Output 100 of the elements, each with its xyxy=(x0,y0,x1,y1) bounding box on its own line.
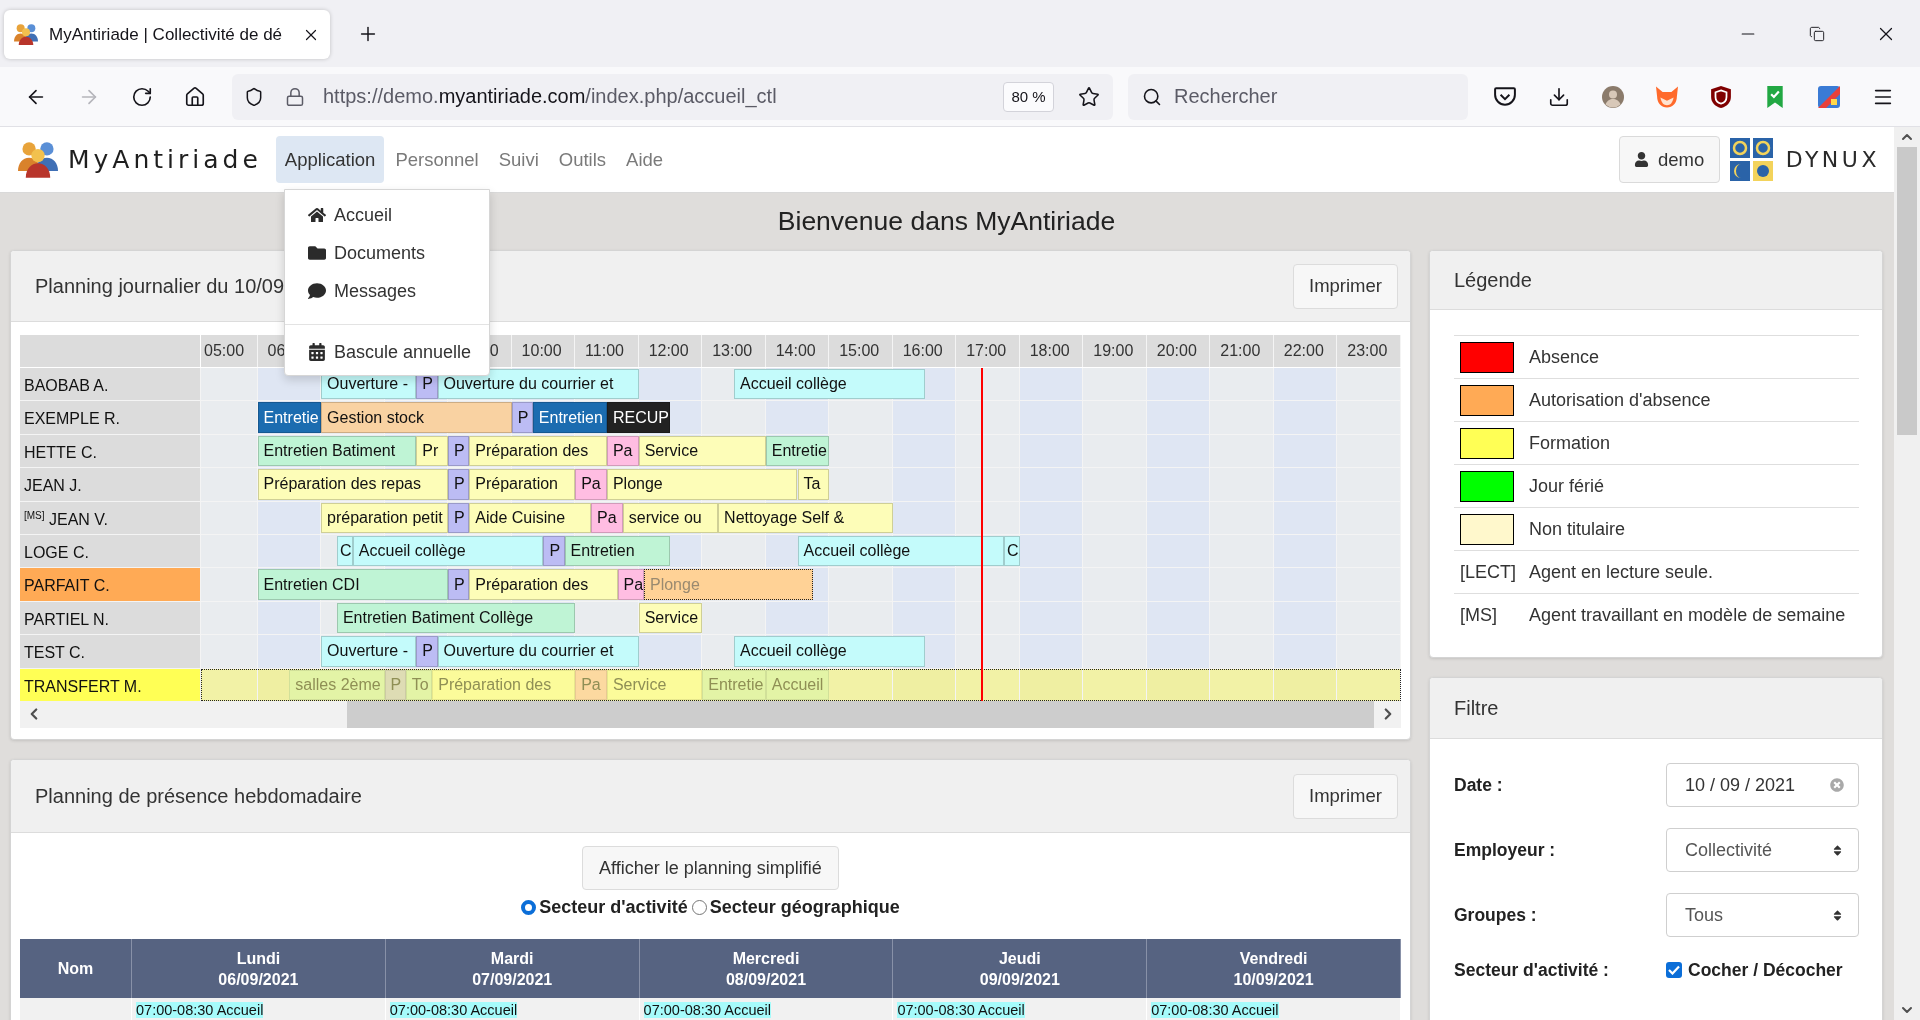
shift-block[interactable]: C xyxy=(336,535,353,567)
shift-block[interactable]: Préparation xyxy=(469,469,576,500)
schedule-entry[interactable]: 07:00-08:30 Accueil xyxy=(897,1002,1025,1018)
shift-block[interactable]: Plonge xyxy=(606,469,798,500)
shift-block[interactable]: Préparation des repas xyxy=(257,469,449,500)
shift-block[interactable]: Pa xyxy=(606,435,639,467)
menu-item[interactable]: Aide xyxy=(617,136,673,183)
folder-icon xyxy=(308,244,326,262)
home-icon[interactable] xyxy=(184,85,206,108)
shift-block[interactable]: service ou xyxy=(622,502,719,533)
download-icon[interactable] xyxy=(1548,85,1570,108)
hour-header: 05:00 xyxy=(201,335,258,367)
panel-title: Planning de présence hebdomadaire xyxy=(35,784,362,808)
shift-block[interactable]: Entretie xyxy=(257,402,322,433)
print-button[interactable]: Imprimer xyxy=(1293,263,1398,309)
print-button[interactable]: Imprimer xyxy=(1293,773,1398,819)
scrollbar-thumb[interactable] xyxy=(1897,147,1917,435)
simplified-view-button[interactable]: Afficher le planning simplifié xyxy=(582,846,839,890)
shift-block[interactable]: préparation petit xyxy=(321,502,449,533)
shift-block[interactable]: Entretien xyxy=(532,402,607,433)
legend-tag: [MS] xyxy=(1454,605,1529,626)
employee-name: LOGE C. xyxy=(20,534,200,568)
shift-block[interactable]: Préparation des xyxy=(469,435,607,467)
star-icon[interactable] xyxy=(1078,85,1100,108)
radio-option[interactable]: Secteur géographique xyxy=(691,896,900,918)
shift-block[interactable]: Entretien xyxy=(564,535,671,567)
avatar-icon[interactable] xyxy=(1602,85,1624,108)
shift-block[interactable]: Ouverture - xyxy=(321,636,417,667)
menu-item[interactable]: Application xyxy=(275,136,385,183)
shift-block[interactable]: Entretien Batiment Collège xyxy=(336,602,576,634)
shift-block[interactable]: Accueil collège xyxy=(352,535,544,567)
pocket-icon[interactable] xyxy=(1494,85,1516,108)
select-field[interactable]: Collectivité xyxy=(1666,828,1859,872)
shift-block[interactable]: Gestion stock xyxy=(321,402,512,433)
user-button[interactable]: demo xyxy=(1618,136,1720,183)
shield-icon[interactable] xyxy=(244,86,264,107)
shift-block[interactable]: Entretien CDI xyxy=(257,569,449,600)
hour-header: 22:00 xyxy=(1273,335,1338,367)
date-field[interactable]: 10 / 09 / 2021 xyxy=(1666,763,1859,807)
shift-block[interactable]: P xyxy=(543,535,565,567)
shift-block[interactable]: P xyxy=(416,636,438,667)
shift-block[interactable]: Service xyxy=(638,602,703,634)
menu-item[interactable]: Outils xyxy=(549,136,616,183)
shift-block[interactable]: P xyxy=(448,569,470,600)
schedule-entry[interactable]: 07:00-08:30 Accueil xyxy=(1151,1002,1279,1018)
square-tile-icon[interactable] xyxy=(1818,85,1840,108)
address-bar[interactable]: https://demo.myantiriade.com/index.php/accueil_ctl 80 % xyxy=(232,73,1113,120)
shift-block[interactable]: Service xyxy=(638,435,766,467)
radio-option[interactable]: Secteur d'activité xyxy=(521,896,688,918)
shift-block[interactable]: Entretie xyxy=(765,435,830,467)
bookmark-check-icon[interactable] xyxy=(1764,85,1786,108)
shift-block[interactable]: P xyxy=(511,402,533,433)
hour-header: 16:00 xyxy=(892,335,957,367)
shift-block[interactable]: Pa xyxy=(617,569,644,600)
shield-badge-icon[interactable] xyxy=(1710,85,1732,108)
shift-block[interactable]: Préparation des xyxy=(469,569,618,600)
radio-button[interactable] xyxy=(521,899,537,915)
shift-block[interactable]: Ouverture du courrier et xyxy=(437,636,639,667)
dropdown-item[interactable]: Messages xyxy=(285,272,489,310)
shift-block[interactable]: Pr xyxy=(416,435,449,467)
shift-block[interactable]: Pa xyxy=(575,469,607,500)
shift-block[interactable]: Ta xyxy=(797,469,830,500)
shift-block[interactable]: P xyxy=(448,435,470,467)
lock-icon[interactable] xyxy=(285,86,305,107)
tiles-logo-icon xyxy=(1729,138,1773,181)
checkbox-option[interactable]: Cocher / Décocher xyxy=(1666,959,1859,981)
shift-block[interactable]: P xyxy=(448,469,470,500)
hour-header: 14:00 xyxy=(765,335,830,367)
partner-logo-text: DYNUX xyxy=(1785,147,1880,172)
menu-item[interactable]: Personnel xyxy=(386,136,488,183)
checkbox[interactable] xyxy=(1666,962,1682,978)
schedule-entry[interactable]: 07:00-08:30 Accueil xyxy=(389,1002,518,1018)
restore-icon[interactable] xyxy=(1808,25,1825,42)
menu-item[interactable]: Suivi xyxy=(489,136,548,183)
column-header: Vendredi 10/09/2021 xyxy=(1147,939,1401,998)
dropdown-item[interactable]: Accueil xyxy=(285,196,489,234)
shift-block[interactable]: Accueil collège xyxy=(733,369,925,400)
shift-block[interactable]: Ouverture du courrier et xyxy=(437,369,639,400)
shift-block[interactable]: Accueil collège xyxy=(733,636,925,667)
shift-block[interactable]: RECUP xyxy=(606,402,671,433)
dropdown-item[interactable]: Documents xyxy=(285,234,489,272)
shift-block[interactable]: Aide Cuisine xyxy=(469,502,592,533)
reload-icon[interactable] xyxy=(131,85,153,108)
zoom-level-badge[interactable]: 80 % xyxy=(1003,81,1054,112)
shift-block[interactable]: Entretien Batiment xyxy=(257,435,417,467)
hour-header: 23:00 xyxy=(1337,335,1401,367)
shift-block[interactable]: Pa xyxy=(591,502,623,533)
select-field[interactable]: Tous xyxy=(1666,893,1859,937)
browser-tab[interactable]: MyAntiriade | Collectivité de dé xyxy=(4,10,330,59)
radio-button[interactable] xyxy=(691,899,707,915)
schedule-entry[interactable]: 07:00-08:30 Accueil xyxy=(136,1002,264,1018)
shift-block[interactable]: P xyxy=(448,502,470,533)
shift-block[interactable]: Nettoyage Self & xyxy=(718,502,893,533)
schedule-entry[interactable]: 07:00-08:30 Accueil xyxy=(643,1002,771,1018)
shift-block[interactable]: Accueil collège xyxy=(797,535,1004,567)
fox-icon[interactable] xyxy=(1656,85,1678,108)
legend-label: Agent travaillant en modèle de semaine xyxy=(1529,605,1847,626)
scrollbar-thumb[interactable] xyxy=(347,700,1374,728)
field-label: Employeur : xyxy=(1454,839,1557,861)
search-field[interactable]: Rechercher xyxy=(1128,73,1468,120)
